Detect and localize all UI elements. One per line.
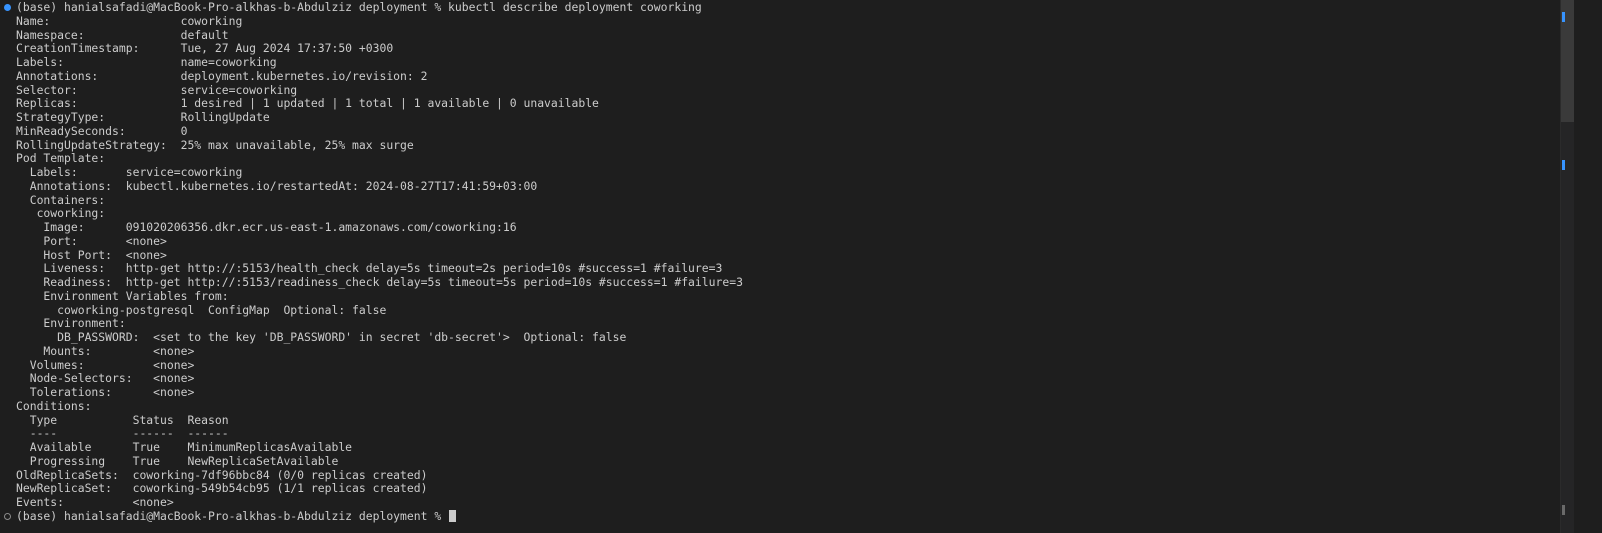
terminal-output-line: OldReplicaSets: coworking-7df96bbc84 (0/… — [0, 467, 1540, 483]
terminal-output-line: Events: <none> — [0, 495, 1540, 510]
terminal-output-line: Progressing True NewReplicaSetAvailable — [0, 453, 1540, 469]
terminal-output-line: Type Status Reason — [0, 412, 1540, 428]
terminal-line-text: RollingUpdateStrategy: 25% max unavailab… — [16, 137, 414, 152]
terminal-output-line: NewReplicaSet: coworking-549b54cb95 (1/1… — [0, 481, 1540, 496]
terminal-scroll-gutter — [1540, 0, 1560, 533]
terminal-output-line: Pod Template: — [0, 151, 1540, 166]
ruler-marker-prompt[interactable] — [1562, 505, 1565, 515]
terminal-line-text: Image: 091020206356.dkr.ecr.us-east-1.am… — [16, 220, 517, 234]
terminal-line-text: NewReplicaSet: coworking-549b54cb95 (1/1… — [16, 481, 428, 496]
terminal-output-line: Volumes: <none> — [0, 357, 1540, 373]
terminal-line-text: MinReadySeconds: 0 — [16, 123, 188, 138]
terminal-cursor[interactable] — [449, 509, 457, 522]
command-success-decoration-icon[interactable] — [4, 4, 11, 11]
terminal-line-text: Available True MinimumReplicasAvailable — [16, 440, 353, 454]
terminal-output-line: Mounts: <none> — [0, 343, 1540, 359]
terminal-line-text: Node-Selectors: <none> — [16, 371, 195, 386]
command-pending-decoration-icon[interactable] — [4, 512, 11, 520]
terminal-line-text: Environment Variables from: — [16, 288, 229, 303]
terminal-line-text: StrategyType: RollingUpdate — [16, 110, 270, 124]
terminal-output-line: Name: coworking — [0, 13, 1540, 29]
terminal-output-line: Port: <none> — [0, 233, 1540, 249]
terminal-output-line: Labels: service=coworking — [0, 165, 1540, 180]
terminal-line-text: Host Port: <none> — [16, 247, 167, 262]
ruler-marker-command[interactable] — [1562, 12, 1565, 22]
terminal-prompt-line: (base) hanialsafadi@MacBook-Pro-alkhas-b… — [0, 508, 1540, 524]
terminal-line-text: Pod Template: — [16, 151, 106, 166]
terminal-output-line: Replicas: 1 desired | 1 updated | 1 tota… — [0, 96, 1540, 111]
terminal-output-line: Node-Selectors: <none> — [0, 371, 1540, 386]
terminal-line-text: OldReplicaSets: coworking-7df96bbc84 (0/… — [16, 467, 428, 482]
terminal-line-text: Type Status Reason — [16, 412, 229, 427]
terminal-line-text: coworking-postgresql ConfigMap Optional:… — [16, 302, 387, 317]
terminal-line-text: ---- ------ ------ — [16, 426, 229, 441]
terminal-line-text: CreationTimestamp: Tue, 27 Aug 2024 17:3… — [16, 41, 394, 56]
terminal-panel[interactable]: (base) hanialsafadi@MacBook-Pro-alkhas-b… — [0, 0, 1602, 533]
terminal-output-line: RollingUpdateStrategy: 25% max unavailab… — [0, 137, 1540, 153]
overview-ruler[interactable] — [1560, 0, 1575, 533]
terminal-output-line: coworking: — [0, 206, 1540, 221]
terminal-line-text: Readiness: http-get http://:5153/readine… — [16, 275, 743, 289]
terminal-prompt-line: (base) hanialsafadi@MacBook-Pro-alkhas-b… — [0, 0, 1540, 15]
terminal-output-line: DB_PASSWORD: <set to the key 'DB_PASSWOR… — [0, 330, 1540, 345]
terminal-output-line: Environment Variables from: — [0, 288, 1540, 304]
panel-right-edge — [1574, 0, 1602, 533]
terminal-line-text: Annotations: kubectl.kubernetes.io/resta… — [16, 178, 538, 193]
terminal-output-line: Available True MinimumReplicasAvailable — [0, 440, 1540, 455]
terminal-output-line: StrategyType: RollingUpdate — [0, 110, 1540, 125]
terminal-output-line: Readiness: http-get http://:5153/readine… — [0, 275, 1540, 290]
terminal-line-text: Name: coworking — [16, 13, 243, 28]
ruler-marker-command[interactable] — [1562, 160, 1565, 170]
terminal-line-text: DB_PASSWORD: <set to the key 'DB_PASSWOR… — [16, 330, 627, 344]
terminal-line-text: Labels: service=coworking — [16, 165, 243, 179]
terminal-output-line: Annotations: deployment.kubernetes.io/re… — [0, 68, 1540, 84]
terminal-line-text: Liveness: http-get http://:5153/health_c… — [16, 261, 723, 276]
terminal-output-line: Labels: name=coworking — [0, 55, 1540, 70]
terminal-line-text: Events: <none> — [16, 495, 174, 509]
terminal-output-line: Liveness: http-get http://:5153/health_c… — [0, 261, 1540, 276]
terminal-line-text: Conditions: — [16, 398, 92, 413]
terminal-line-text: coworking: — [16, 206, 106, 221]
terminal-line-text: Volumes: <none> — [16, 357, 195, 372]
terminal-line-text: Tolerations: <none> — [16, 385, 195, 399]
terminal-line-text: Environment: — [16, 316, 126, 331]
terminal-line-text: (base) hanialsafadi@MacBook-Pro-alkhas-b… — [16, 508, 449, 523]
terminal-line-text: Mounts: <none> — [16, 343, 195, 358]
terminal-line-text: Namespace: default — [16, 27, 229, 42]
terminal-output-line: Environment: — [0, 316, 1540, 331]
terminal-line-text: Labels: name=coworking — [16, 55, 277, 69]
terminal-output-line: Image: 091020206356.dkr.ecr.us-east-1.am… — [0, 220, 1540, 235]
terminal-output-line: Conditions: — [0, 398, 1540, 414]
terminal-output-line: Annotations: kubectl.kubernetes.io/resta… — [0, 178, 1540, 194]
terminal-output-line: Tolerations: <none> — [0, 385, 1540, 400]
terminal-output-line: coworking-postgresql ConfigMap Optional:… — [0, 302, 1540, 318]
terminal-output-line: Namespace: default — [0, 27, 1540, 43]
terminal-line-text: (base) hanialsafadi@MacBook-Pro-alkhas-b… — [16, 0, 702, 14]
terminal-line-text: Replicas: 1 desired | 1 updated | 1 tota… — [16, 96, 599, 111]
terminal-output-line: CreationTimestamp: Tue, 27 Aug 2024 17:3… — [0, 41, 1540, 56]
terminal-line-text: Port: <none> — [16, 233, 167, 248]
terminal-output-line: MinReadySeconds: 0 — [0, 123, 1540, 139]
terminal-line-text: Containers: — [16, 192, 106, 207]
terminal-line-text: Progressing True NewReplicaSetAvailable — [16, 453, 339, 468]
terminal-output-line: ---- ------ ------ — [0, 426, 1540, 441]
terminal-line-text: Selector: service=coworking — [16, 82, 298, 97]
terminal-output-line: Selector: service=coworking — [0, 82, 1540, 98]
terminal-line-text: Annotations: deployment.kubernetes.io/re… — [16, 68, 428, 83]
terminal-output-line: Containers: — [0, 192, 1540, 208]
terminal-output[interactable]: (base) hanialsafadi@MacBook-Pro-alkhas-b… — [0, 0, 1540, 524]
terminal-output-line: Host Port: <none> — [0, 247, 1540, 263]
